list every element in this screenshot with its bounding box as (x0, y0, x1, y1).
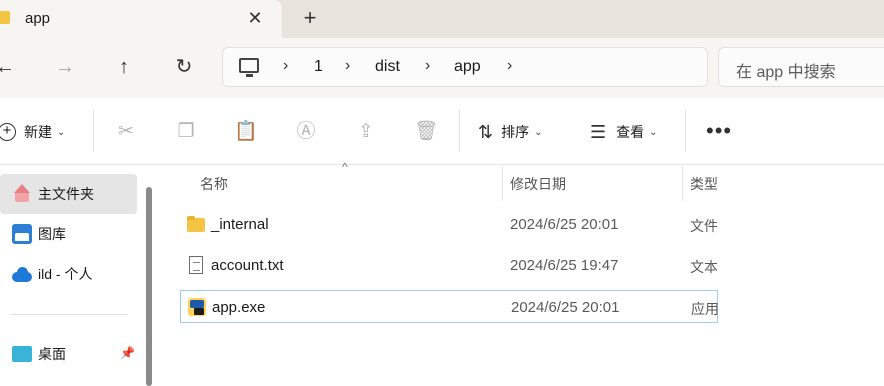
search-placeholder: 在 app 中搜索 (736, 64, 836, 81)
file-row-internal[interactable]: _internal 2024/6/25 20:01 文件夹 (180, 208, 718, 241)
refresh-button[interactable]: ↻ (169, 52, 199, 82)
folder-icon (187, 215, 205, 233)
sort-ascending-icon: ^ (342, 160, 348, 174)
search-input[interactable]: 在 app 中搜索 (718, 47, 884, 87)
file-type: 文件夹 (690, 218, 717, 234)
file-row-account[interactable]: account.txt 2024/6/25 19:47 文本文档 (180, 249, 718, 282)
sort-label: 排序 (501, 124, 530, 140)
tab-app[interactable]: app ✕ (0, 0, 282, 38)
copy-icon[interactable]: ❐ (174, 120, 198, 144)
paste-icon[interactable]: 📋 (234, 120, 258, 144)
sidebar-item-gallery[interactable]: 图库 (0, 214, 137, 254)
new-label: 新建 (24, 124, 52, 140)
sidebar-item-desktop[interactable]: 桌面 📌 (0, 334, 137, 374)
sidebar-item-label: 图库 (38, 226, 66, 242)
sidebar-item-onedrive[interactable]: ild - 个人 (0, 254, 137, 294)
pin-icon[interactable]: 📌 (120, 346, 135, 360)
breadcrumb-item-dist[interactable]: dist (375, 58, 400, 76)
view-label: 查看 (616, 124, 645, 140)
sidebar-item-home[interactable]: 主文件夹 (0, 174, 137, 214)
file-type: 文本文档 (690, 259, 717, 275)
up-button[interactable]: ↑ (109, 52, 139, 82)
desktop-icon (12, 346, 32, 362)
folder-icon (0, 11, 10, 24)
rename-icon[interactable]: Ⓐ (294, 120, 318, 144)
home-icon (12, 184, 32, 204)
breadcrumb-separator[interactable]: › (345, 57, 350, 75)
delete-icon[interactable]: 🗑 (414, 120, 438, 144)
breadcrumb-separator[interactable]: › (283, 57, 288, 75)
more-options-button[interactable]: ••• (706, 118, 732, 144)
chevron-down-icon: ⌄ (534, 126, 543, 138)
tab-title: app (25, 10, 51, 27)
file-date: 2024/6/25 20:01 (511, 299, 620, 316)
file-type: 应用程序 (691, 301, 718, 317)
sort-icon: ⇅ (478, 121, 494, 142)
breadcrumb-item-app[interactable]: app (454, 58, 481, 76)
command-bar: + 新建 ⌄ ✂ ❐ 📋 Ⓐ ⇪ 🗑 ⇅ 排序 ⌄ ☰ 查看 ⌄ ••• (0, 98, 884, 165)
sidebar-scrollbar[interactable] (146, 187, 152, 386)
text-file-icon (189, 256, 203, 274)
column-header-type[interactable]: 类型 (690, 174, 717, 194)
computer-icon[interactable] (239, 58, 259, 77)
file-date: 2024/6/25 19:47 (510, 257, 619, 274)
navigation-pane: 主文件夹 图库 ild - 个人 桌面 📌 (0, 166, 146, 386)
file-row-app-exe[interactable]: app.exe 2024/6/25 20:01 应用程序 (180, 290, 718, 323)
breadcrumb-item-1[interactable]: 1 (314, 58, 323, 76)
file-date: 2024/6/25 20:01 (510, 216, 619, 233)
forward-button[interactable]: → (50, 52, 80, 82)
tab-bar: app ✕ + (0, 0, 884, 38)
share-icon[interactable]: ⇪ (354, 120, 378, 144)
column-separator[interactable] (502, 166, 503, 201)
sidebar-divider (10, 314, 128, 315)
column-separator[interactable] (682, 166, 683, 201)
file-name: app.exe (212, 299, 266, 316)
sidebar-item-label: 桌面 (38, 346, 66, 362)
close-tab-button[interactable]: ✕ (244, 6, 266, 30)
navigation-bar: ← → ↑ ↻ › 1 › dist › app › 在 app 中搜索 (0, 38, 884, 98)
back-button[interactable]: ← (0, 52, 20, 82)
column-header-date[interactable]: 修改日期 (510, 174, 566, 194)
file-name: account.txt (211, 257, 284, 274)
file-list: ^ 名称 修改日期 类型 _internal 2024/6/25 20:01 文… (160, 160, 884, 386)
new-tab-button[interactable]: + (298, 6, 322, 30)
cut-icon[interactable]: ✂ (114, 120, 138, 144)
toolbar-divider (685, 110, 686, 152)
gallery-icon (12, 224, 32, 244)
column-header-name[interactable]: 名称 (200, 174, 228, 194)
view-icon: ☰ (590, 121, 607, 142)
new-button[interactable]: + 新建 ⌄ (0, 120, 65, 144)
file-name: _internal (211, 216, 269, 233)
sort-button[interactable]: ⇅ 排序 ⌄ (478, 120, 542, 144)
breadcrumb-separator[interactable]: › (425, 57, 430, 75)
sidebar-item-label: 主文件夹 (38, 186, 94, 202)
breadcrumb-separator[interactable]: › (507, 57, 512, 75)
toolbar-divider (459, 110, 460, 152)
toolbar-divider (93, 110, 94, 152)
cloud-icon (12, 264, 32, 284)
plus-icon: + (0, 123, 16, 141)
application-icon (188, 298, 206, 316)
view-button[interactable]: ☰ 查看 ⌄ (590, 120, 658, 144)
address-bar[interactable]: › 1 › dist › app › (222, 47, 708, 87)
sidebar-item-label: ild - 个人 (38, 266, 93, 282)
chevron-down-icon: ⌄ (57, 126, 66, 138)
chevron-down-icon: ⌄ (649, 126, 658, 138)
